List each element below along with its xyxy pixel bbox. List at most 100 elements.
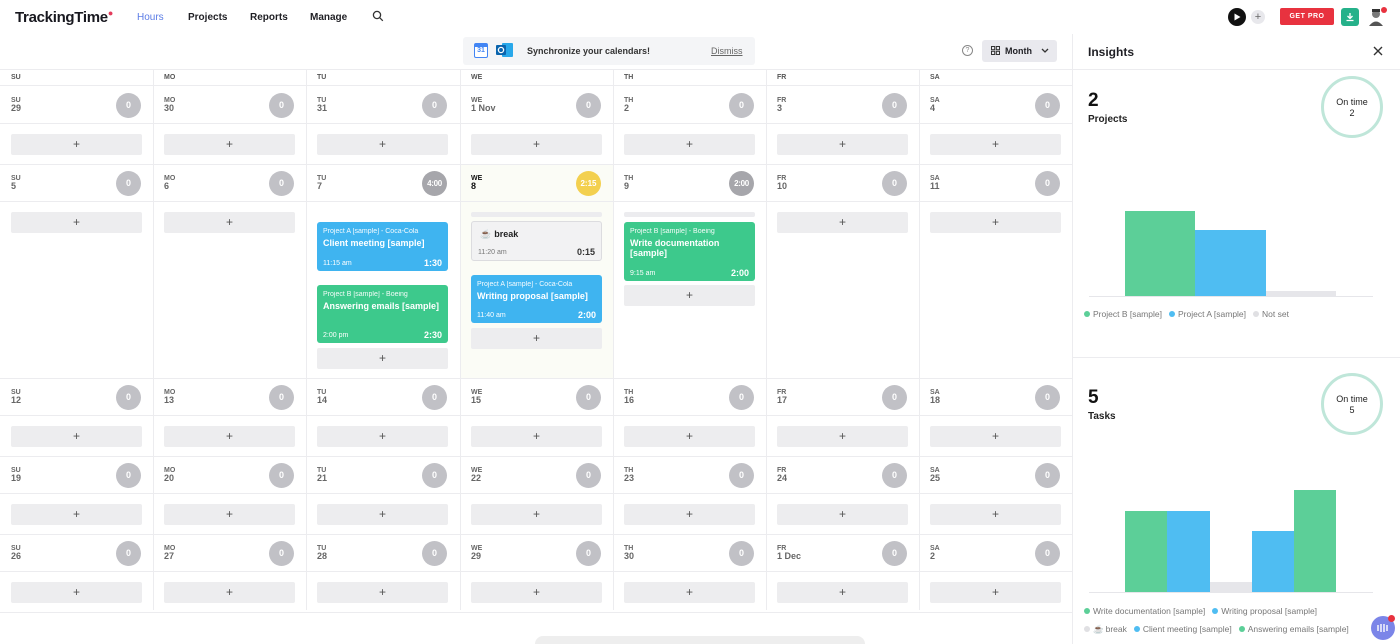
day-number: 30: [624, 551, 635, 561]
legend-item[interactable]: ☕ break: [1084, 624, 1127, 634]
row-divider: [0, 201, 1072, 202]
insights-panel: Insights 2 Projects On time 2 Project B …: [1072, 34, 1400, 644]
day-total-badge: 0: [729, 93, 754, 118]
logo-mark-icon: ●: [107, 8, 113, 18]
add-entry-button[interactable]: +: [317, 134, 448, 155]
add-entry-button[interactable]: +: [11, 504, 142, 525]
download-button[interactable]: [1341, 8, 1359, 26]
day-number: 14: [317, 395, 328, 405]
legend-item[interactable]: Client meeting [sample]: [1133, 624, 1232, 634]
add-entry-button[interactable]: +: [164, 134, 295, 155]
add-entry-button[interactable]: +: [930, 504, 1061, 525]
entry-task-label: break: [494, 229, 519, 239]
day-label: SU 5: [11, 175, 21, 191]
add-entry-button[interactable]: +: [471, 328, 602, 349]
nav-hours[interactable]: Hours: [137, 12, 164, 23]
add-entry-button[interactable]: +: [624, 426, 755, 447]
add-entry-button[interactable]: +: [164, 504, 295, 525]
legend-item[interactable]: Write documentation [sample]: [1084, 606, 1205, 616]
start-timer-button[interactable]: [1228, 8, 1246, 26]
coffee-icon: ☕: [480, 229, 492, 239]
entry-start-time: 2:00 pm: [323, 332, 349, 339]
add-entry-button[interactable]: +: [317, 348, 448, 369]
add-entry-button[interactable]: +: [777, 504, 908, 525]
entry-start-time: 11:15 am: [323, 260, 352, 267]
day-number: 28: [317, 551, 328, 561]
add-entry-button[interactable]: +: [164, 582, 295, 603]
add-entry-button[interactable]: +: [471, 134, 602, 155]
get-pro-button[interactable]: GET PRO: [1280, 8, 1334, 25]
day-number: 17: [777, 395, 788, 405]
add-entry-button[interactable]: +: [777, 582, 908, 603]
add-entry-button[interactable]: +: [930, 212, 1061, 233]
user-avatar[interactable]: [1368, 7, 1387, 27]
day-total-badge: 0: [882, 171, 907, 196]
tasks-legend-row-2: ☕ break Client meeting [sample] Answering e…: [1084, 624, 1356, 635]
day-label: WE 22: [471, 467, 482, 483]
day-total-badge: 0: [116, 541, 141, 566]
add-entry-button[interactable]: +: [11, 582, 142, 603]
entry-project: Project A [sample] - Coca-Cola: [477, 281, 573, 288]
add-entry-button[interactable]: +: [11, 426, 142, 447]
add-entry-button[interactable]: +: [164, 426, 295, 447]
add-entry-button[interactable]: +: [164, 212, 295, 233]
dismiss-link[interactable]: Dismiss: [711, 46, 743, 56]
chat-support-button[interactable]: [1371, 615, 1395, 640]
add-entry-button[interactable]: +: [317, 582, 448, 603]
break-entry-card[interactable]: ☕ break 11:20 am 0:15: [471, 221, 602, 261]
legend-dot-icon: [1212, 608, 1219, 614]
add-entry-button[interactable]: +: [11, 212, 142, 233]
nav-manage[interactable]: Manage: [310, 12, 347, 23]
time-entry-card[interactable]: Project B [sample] - Boeing Write documen…: [624, 222, 755, 281]
time-entry-card[interactable]: Project A [sample] - Coca-Cola Writing pr…: [471, 275, 602, 323]
add-entry-button[interactable]: +: [777, 212, 908, 233]
day-total-badge: 0: [1035, 171, 1060, 196]
app-logo[interactable]: TrackingTime●: [15, 8, 113, 26]
add-entry-button[interactable]: +: [317, 504, 448, 525]
add-entry-button[interactable]: +: [624, 582, 755, 603]
row-divider: [0, 571, 1072, 572]
add-entry-button[interactable]: +: [624, 134, 755, 155]
time-entry-card[interactable]: Project A [sample] - Coca-Cola Client mee…: [317, 222, 448, 271]
legend-item[interactable]: Answering emails [sample]: [1238, 624, 1349, 634]
search-icon[interactable]: [372, 10, 384, 22]
column-divider: [460, 70, 461, 610]
tasks-chart: [1073, 34, 1400, 634]
row-divider: [0, 164, 1072, 165]
add-entry-button[interactable]: +: [930, 426, 1061, 447]
day-total-badge: 0: [422, 385, 447, 410]
add-entry-button[interactable]: +: [624, 504, 755, 525]
notification-badge: [1381, 7, 1387, 13]
add-entry-button[interactable]: +: [777, 134, 908, 155]
day-total-badge: 0: [269, 385, 294, 410]
help-icon[interactable]: ?: [962, 45, 973, 56]
entry-duration: 2:00: [730, 268, 749, 278]
nav-reports[interactable]: Reports: [250, 12, 288, 23]
add-entry-button[interactable]: +: [471, 426, 602, 447]
day-label: FR 24: [777, 467, 787, 483]
add-entry-button[interactable]: +: [471, 582, 602, 603]
nav-projects[interactable]: Projects: [188, 12, 227, 23]
row-divider: [0, 415, 1072, 416]
add-entry-button[interactable]: +: [471, 504, 602, 525]
time-entry-card[interactable]: Project B [sample] - Boeing Answering ema…: [317, 285, 448, 343]
add-entry-button[interactable]: +: [11, 134, 142, 155]
view-selector[interactable]: Month: [982, 40, 1057, 62]
add-entry-button[interactable]: +: [930, 134, 1061, 155]
legend-label: Write documentation [sample]: [1093, 606, 1206, 616]
add-entry-button[interactable]: +: [1251, 10, 1265, 24]
entry-task: Answering emails [sample]: [323, 301, 440, 311]
day-number: 11: [930, 181, 940, 191]
legend-item[interactable]: Writing proposal [sample]: [1212, 606, 1317, 616]
day-number: 13: [164, 395, 175, 405]
weekday-header: MO: [164, 74, 176, 81]
day-number: 1 Dec: [777, 551, 802, 561]
day-total-badge: 0: [576, 385, 601, 410]
add-entry-button[interactable]: +: [777, 426, 908, 447]
add-entry-button[interactable]: +: [624, 285, 755, 306]
add-entry-button[interactable]: +: [317, 426, 448, 447]
day-number: 30: [164, 103, 175, 113]
day-label: TH 9: [624, 175, 633, 191]
add-entry-button[interactable]: +: [930, 582, 1061, 603]
entry-task: ☕ break: [480, 229, 518, 240]
